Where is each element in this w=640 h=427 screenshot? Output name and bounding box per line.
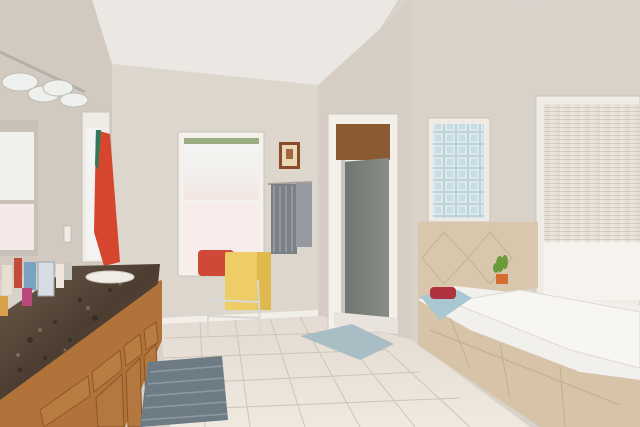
glass-block-window <box>433 124 484 218</box>
mirror-window-reflection-lower <box>0 204 34 250</box>
shower-interior-top <box>336 124 390 160</box>
shower-glass-door <box>342 158 389 322</box>
plant-pot <box>496 274 508 284</box>
sink-basin <box>85 270 135 284</box>
tub-red-towel <box>430 287 456 299</box>
wall-picture-art <box>286 149 293 159</box>
right-window-lower-pane <box>544 242 640 300</box>
back-window-foliage <box>184 138 259 144</box>
window-blinds <box>544 104 640 242</box>
back-window-upper-pane <box>184 138 259 200</box>
bathroom-photo <box>0 0 640 427</box>
sink-faucet <box>64 262 72 280</box>
hanging-gray-towel <box>271 184 297 254</box>
mirror-window-reflection <box>0 132 34 200</box>
light-switch <box>63 225 72 243</box>
shower-door-hinge <box>341 160 345 320</box>
hanging-gray-towel-back <box>296 183 312 247</box>
